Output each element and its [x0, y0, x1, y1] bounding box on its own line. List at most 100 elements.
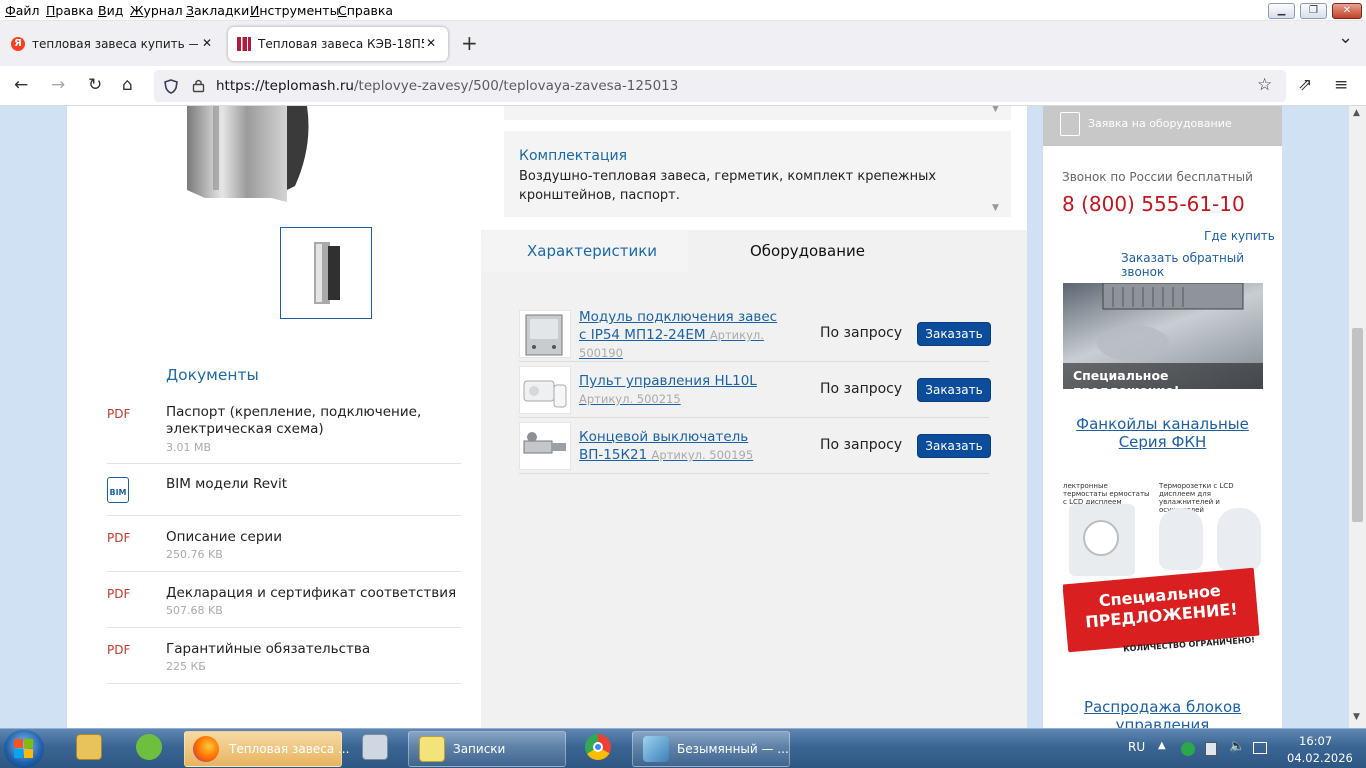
teplomash-icon [237, 37, 251, 51]
home-button[interactable]: ⌂ [122, 76, 133, 94]
where-buy-link[interactable]: Где купить [1204, 229, 1275, 243]
menu-edit[interactable]: Правка [46, 3, 94, 18]
right-sidebar: Заявка на оборудование Звонок по России … [1043, 106, 1282, 728]
taskbar-app-paint[interactable]: Безымянный — ... [632, 731, 790, 767]
extensions-icon[interactable]: ⇗ [1298, 76, 1312, 94]
document-title[interactable]: Паспорт (крепление, подключение, электри… [166, 404, 426, 438]
paint-icon [643, 736, 669, 762]
tab-characteristics[interactable]: Характеристики [481, 230, 688, 272]
request-panel[interactable]: Заявка на оборудование [1043, 106, 1282, 146]
scrollbar-thumb[interactable] [1352, 328, 1363, 522]
browser-green-icon[interactable] [136, 734, 162, 760]
document-item[interactable]: PDF Декларация и сертификат соответствия… [107, 572, 461, 628]
document-item[interactable]: PDF Паспорт (крепление, подключение, эле… [107, 404, 461, 464]
scroll-up-icon[interactable]: ▲ [1353, 108, 1360, 118]
complect-text: Воздушно-тепловая завеса, герметик, комп… [519, 169, 937, 203]
equipment-link[interactable]: Концевой выключатель ВП-15К21 Артикул. 5… [579, 428, 779, 464]
notes-icon [419, 736, 445, 762]
order-button[interactable]: Заказать [917, 378, 991, 402]
navigation-bar: ← → ↻ ⌂ https://teplomash.ru/teplovye-za… [0, 66, 1366, 106]
promo-image-thermostats[interactable]: лектронные термостаты ермостаты с LCD ди… [1063, 480, 1263, 664]
equipment-article: Артикул. 500215 [579, 392, 681, 406]
order-button[interactable]: Заказать [917, 322, 991, 346]
menu-view[interactable]: Вид [98, 3, 123, 18]
menu-history[interactable]: Журнал [130, 3, 183, 18]
chrome-icon[interactable] [585, 734, 611, 760]
volume-icon[interactable]: 🔈 [1229, 739, 1245, 754]
promo-controls-link[interactable]: Распродажа блоков управления [1053, 698, 1272, 728]
close-tab-icon[interactable]: ✕ [426, 36, 436, 50]
app-menu-icon[interactable]: ≡ [1334, 76, 1348, 94]
collapsed-section[interactable]: ▼ [504, 106, 1011, 120]
equipment-price: По запросу [820, 437, 903, 453]
product-middle-column: ▼ Комплектация Воздушно-тепловая завеса,… [481, 106, 1027, 728]
bim-icon: BIM [107, 477, 129, 503]
document-title[interactable]: Описание серии [166, 529, 282, 546]
equipment-link[interactable]: Модуль подключения завес с IP54 МП12-24Е… [579, 308, 779, 362]
equipment-image[interactable] [519, 422, 571, 470]
forward-button[interactable]: → [51, 76, 65, 94]
scroll-down-icon[interactable]: ▼ [1353, 712, 1360, 722]
tab-equipment[interactable]: Оборудование [700, 230, 907, 274]
minimize-button[interactable]: ▁ [1268, 3, 1295, 19]
page-scrollbar[interactable]: ▲ ▼ [1349, 106, 1366, 728]
close-window-button[interactable]: ✕ [1332, 3, 1362, 19]
chevron-down-icon[interactable]: ▼ [992, 203, 999, 213]
firefox-icon [193, 736, 219, 762]
document-item[interactable]: PDF Описание серии 250.76 KB [107, 516, 461, 572]
device-icon[interactable] [1205, 742, 1217, 756]
address-bar[interactable]: https://teplomash.ru/teplovye-zavesy/500… [154, 70, 1286, 102]
tray-expand-icon[interactable]: ▲ [1158, 740, 1166, 751]
clock-date[interactable]: 04.02.2026 [1287, 751, 1353, 765]
equipment-image[interactable] [519, 366, 571, 414]
language-indicator[interactable]: RU [1128, 740, 1145, 754]
order-button[interactable]: Заказать [917, 434, 991, 458]
windows-logo-icon [14, 739, 33, 758]
product-image [187, 106, 309, 202]
promo-fancoil-link[interactable]: Фанкойлы канальные Серия ФКН [1053, 415, 1272, 451]
chevron-down-icon[interactable]: ▼ [992, 106, 999, 114]
url-text[interactable]: https://teplomash.ru/teplovye-zavesy/500… [216, 78, 678, 94]
taskbar-app-firefox[interactable]: Тепловая завеса ... [184, 731, 349, 767]
kaspersky-icon[interactable] [1181, 742, 1195, 756]
shield-icon[interactable] [164, 79, 178, 94]
new-tab-button[interactable]: + [461, 31, 478, 55]
taskbar-app-notes[interactable]: Записки [408, 731, 566, 767]
windows-taskbar: Тепловая завеса ... Записки Безымянный —… [0, 728, 1366, 768]
document-title[interactable]: Декларация и сертификат соответствия [166, 585, 456, 602]
document-title[interactable]: Гарантийные обязательства [166, 641, 370, 658]
menu-tools[interactable]: Инструменты [250, 3, 339, 18]
menu-help[interactable]: Справка [338, 3, 393, 18]
complect-section[interactable]: Комплектация Воздушно-тепловая завеса, г… [504, 131, 1011, 217]
equipment-image[interactable] [519, 310, 571, 358]
back-button[interactable]: ← [14, 76, 28, 94]
equipment-link[interactable]: Пульт управления HL10L Артикул. 500215 [579, 372, 779, 408]
phone-number[interactable]: 8 (800) 555-61-10 [1062, 192, 1245, 216]
product-thumbnail-image [314, 242, 340, 304]
promo-image-fancoil[interactable]: Специальное предложение! [1063, 283, 1263, 398]
tab-yandex-search[interactable]: Я тепловая завеса купить — Янд ✕ [4, 27, 222, 61]
document-title[interactable]: BIM модели Revit [166, 476, 287, 493]
page-content: Документы PDF Паспорт (крепление, подклю… [0, 106, 1366, 728]
reload-button[interactable]: ↻ [88, 76, 102, 94]
close-tab-icon[interactable]: ✕ [202, 36, 212, 50]
menu-bookmarks[interactable]: Закладки [186, 3, 249, 18]
start-button[interactable] [4, 730, 44, 768]
lock-icon[interactable] [192, 78, 205, 93]
request-label[interactable]: Заявка на оборудование [1088, 117, 1232, 130]
document-item[interactable]: BIM BIM модели Revit [107, 464, 461, 516]
bookmark-star-icon[interactable]: ☆ [1257, 76, 1272, 94]
document-item[interactable]: PDF Гарантийные обязательства 225 КБ [107, 628, 461, 684]
tab-teplomash[interactable]: Тепловая завеса КЭВ-18П5051 ✕ [228, 27, 448, 61]
product-thumbnail[interactable] [280, 227, 372, 319]
callback-link[interactable]: Заказать обратный звонок [1121, 251, 1282, 279]
maximize-button[interactable]: ❐ [1300, 3, 1327, 19]
tab-list-button[interactable]: ⌄ [1338, 27, 1353, 48]
explorer-icon[interactable] [76, 734, 102, 760]
menu-file[interactable]: Файл [5, 3, 40, 18]
clock-time[interactable]: 16:07 [1299, 734, 1332, 748]
thermostat-dial [1083, 520, 1119, 556]
network-icon[interactable] [1253, 742, 1267, 754]
pdf-icon: PDF [107, 531, 131, 545]
calculator-icon[interactable] [362, 734, 388, 760]
